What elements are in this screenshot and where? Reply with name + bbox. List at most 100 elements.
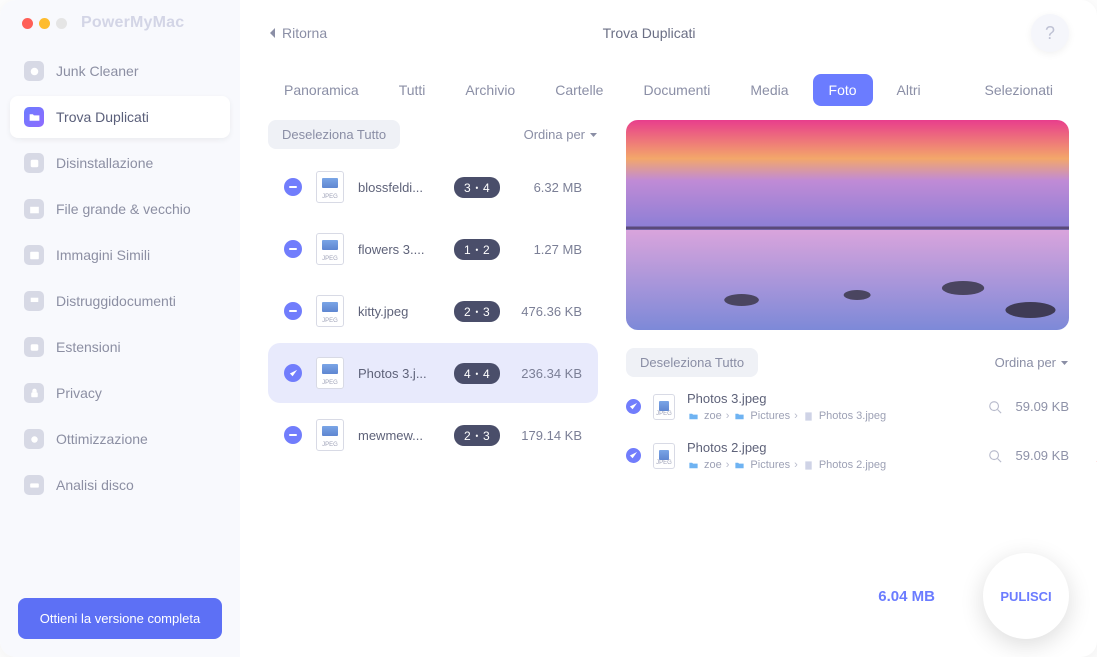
group-name: flowers 3.... [358, 242, 440, 257]
sidebar-item-label: Analisi disco [56, 477, 134, 493]
sidebar-item-label: Estensioni [56, 339, 121, 355]
toggle-select-icon[interactable] [284, 178, 302, 196]
sidebar-item-label: Immagini Simili [56, 247, 150, 263]
sidebar-item-label: Privacy [56, 385, 102, 401]
toggle-select-icon[interactable] [284, 240, 302, 258]
file-icon [802, 460, 815, 471]
search-icon[interactable] [988, 449, 1002, 463]
sidebar-item-distruggidocumenti[interactable]: Distruggidocumenti [10, 280, 230, 322]
back-button[interactable]: Ritorna [268, 25, 327, 41]
clean-button[interactable]: PULISCI [983, 553, 1069, 639]
sidebar-item-analisi-disco[interactable]: Analisi disco [10, 464, 230, 506]
sidebar-item-immagini-simili[interactable]: Immagini Simili [10, 234, 230, 276]
help-button[interactable]: ? [1031, 14, 1069, 52]
sidebar: PowerMyMac Junk Cleaner Trova Duplicati … [0, 0, 240, 657]
sidebar-item-label: Junk Cleaner [56, 63, 139, 79]
tab-foto[interactable]: Foto [813, 74, 873, 106]
duplicate-files-list: JPEG Photos 3.jpeg zoe› Pictures› Photos… [626, 387, 1069, 475]
filter-tabs: Panoramica Tutti Archivio Cartelle Docum… [240, 58, 1097, 120]
duplicate-groups-panel: Deseleziona Tutto Ordina per JPEG blossf… [268, 120, 598, 657]
group-count-badge: 2 ꞏ 3 [454, 301, 500, 322]
search-icon[interactable] [988, 400, 1002, 414]
sidebar-item-label: Ottimizzazione [56, 431, 148, 447]
toggle-select-icon[interactable] [284, 302, 302, 320]
sort-label: Ordina per [995, 355, 1056, 370]
tab-archivio[interactable]: Archivio [449, 74, 531, 106]
tab-panoramica[interactable]: Panoramica [268, 74, 375, 106]
sidebar-item-file-grande[interactable]: File grande & vecchio [10, 188, 230, 230]
toggle-select-icon[interactable] [284, 426, 302, 444]
folder-icon [24, 107, 44, 127]
rocket-icon [24, 429, 44, 449]
sidebar-item-estensioni[interactable]: Estensioni [10, 326, 230, 368]
minimize-icon[interactable] [39, 18, 50, 29]
main-panel: Ritorna Trova Duplicati ? Panoramica Tut… [240, 0, 1097, 657]
chevron-left-icon [268, 27, 276, 39]
folder-icon [733, 460, 746, 471]
toggle-select-icon[interactable] [284, 364, 302, 382]
group-row[interactable]: JPEG blossfeldi... 3 ꞏ 4 6.32 MB [268, 157, 598, 217]
deselect-all-button[interactable]: Deseleziona Tutto [268, 120, 400, 149]
file-size: 59.09 KB [1016, 448, 1070, 463]
tab-documenti[interactable]: Documenti [627, 74, 726, 106]
file-row[interactable]: JPEG Photos 2.jpeg zoe› Pictures› Photos… [626, 436, 1069, 475]
tab-cartelle[interactable]: Cartelle [539, 74, 619, 106]
tab-media[interactable]: Media [734, 74, 804, 106]
group-row[interactable]: JPEG mewmew... 2 ꞏ 3 179.14 KB [268, 405, 598, 465]
sidebar-item-trova-duplicati[interactable]: Trova Duplicati [10, 96, 230, 138]
sidebar-item-label: File grande & vecchio [56, 201, 191, 217]
sort-by-dropdown[interactable]: Ordina per [524, 127, 598, 142]
jpeg-thumb-icon: JPEG [316, 233, 344, 265]
group-row[interactable]: JPEG kitty.jpeg 2 ꞏ 3 476.36 KB [268, 281, 598, 341]
folder-icon [733, 411, 746, 422]
group-row[interactable]: JPEG flowers 3.... 1 ꞏ 2 1.27 MB [268, 219, 598, 279]
sidebar-item-ottimizzazione[interactable]: Ottimizzazione [10, 418, 230, 460]
file-path: zoe› Pictures› Photos 3.jpeg [687, 410, 976, 422]
sort-label: Ordina per [524, 127, 585, 142]
group-list-header: Deseleziona Tutto Ordina per [268, 120, 598, 149]
topbar: Ritorna Trova Duplicati ? [240, 0, 1097, 58]
file-name: Photos 2.jpeg [687, 440, 976, 455]
folder-icon [687, 411, 700, 422]
sort-details-dropdown[interactable]: Ordina per [995, 355, 1069, 370]
group-size: 1.27 MB [534, 242, 582, 257]
group-size: 179.14 KB [521, 428, 582, 443]
shredder-icon [24, 291, 44, 311]
group-name: mewmew... [358, 428, 440, 443]
deselect-all-details-button[interactable]: Deseleziona Tutto [626, 348, 758, 377]
footer-actions: 6.04 MB PULISCI [878, 553, 1069, 639]
image-preview [626, 120, 1069, 330]
group-size: 6.32 MB [534, 180, 582, 195]
file-icon [802, 411, 815, 422]
full-version-button[interactable]: Ottieni la versione completa [18, 598, 222, 639]
close-icon[interactable] [22, 18, 33, 29]
file-info: Photos 2.jpeg zoe› Pictures› Photos 2.jp… [687, 440, 976, 471]
group-row[interactable]: JPEG Photos 3.j... 4 ꞏ 4 236.34 KB [268, 343, 598, 403]
box-icon [24, 199, 44, 219]
sidebar-item-disinstallazione[interactable]: Disinstallazione [10, 142, 230, 184]
sidebar-item-privacy[interactable]: Privacy [10, 372, 230, 414]
checkbox-icon[interactable] [626, 448, 641, 463]
app-logo: PowerMyMac [81, 14, 184, 32]
file-actions: 59.09 KB [988, 448, 1070, 463]
total-size: 6.04 MB [878, 588, 935, 605]
file-size: 59.09 KB [1016, 399, 1070, 414]
app-icon [24, 153, 44, 173]
checkbox-icon[interactable] [626, 399, 641, 414]
jpeg-thumb-icon: JPEG [653, 443, 675, 469]
file-row[interactable]: JPEG Photos 3.jpeg zoe› Pictures› Photos… [626, 387, 1069, 426]
zoom-icon[interactable] [56, 18, 67, 29]
detail-list-header: Deseleziona Tutto Ordina per [626, 348, 1069, 377]
sidebar-header: PowerMyMac [0, 14, 240, 50]
file-path: zoe› Pictures› Photos 2.jpeg [687, 459, 976, 471]
sidebar-item-junk-cleaner[interactable]: Junk Cleaner [10, 50, 230, 92]
tab-altri[interactable]: Altri [881, 74, 937, 106]
group-name: blossfeldi... [358, 180, 440, 195]
sidebar-item-label: Distruggidocumenti [56, 293, 176, 309]
group-size: 476.36 KB [521, 304, 582, 319]
app-window: PowerMyMac Junk Cleaner Trova Duplicati … [0, 0, 1097, 657]
tab-tutti[interactable]: Tutti [383, 74, 442, 106]
folder-icon [687, 460, 700, 471]
page-title: Trova Duplicati [327, 25, 1031, 41]
tab-selezionati[interactable]: Selezionati [969, 74, 1070, 106]
